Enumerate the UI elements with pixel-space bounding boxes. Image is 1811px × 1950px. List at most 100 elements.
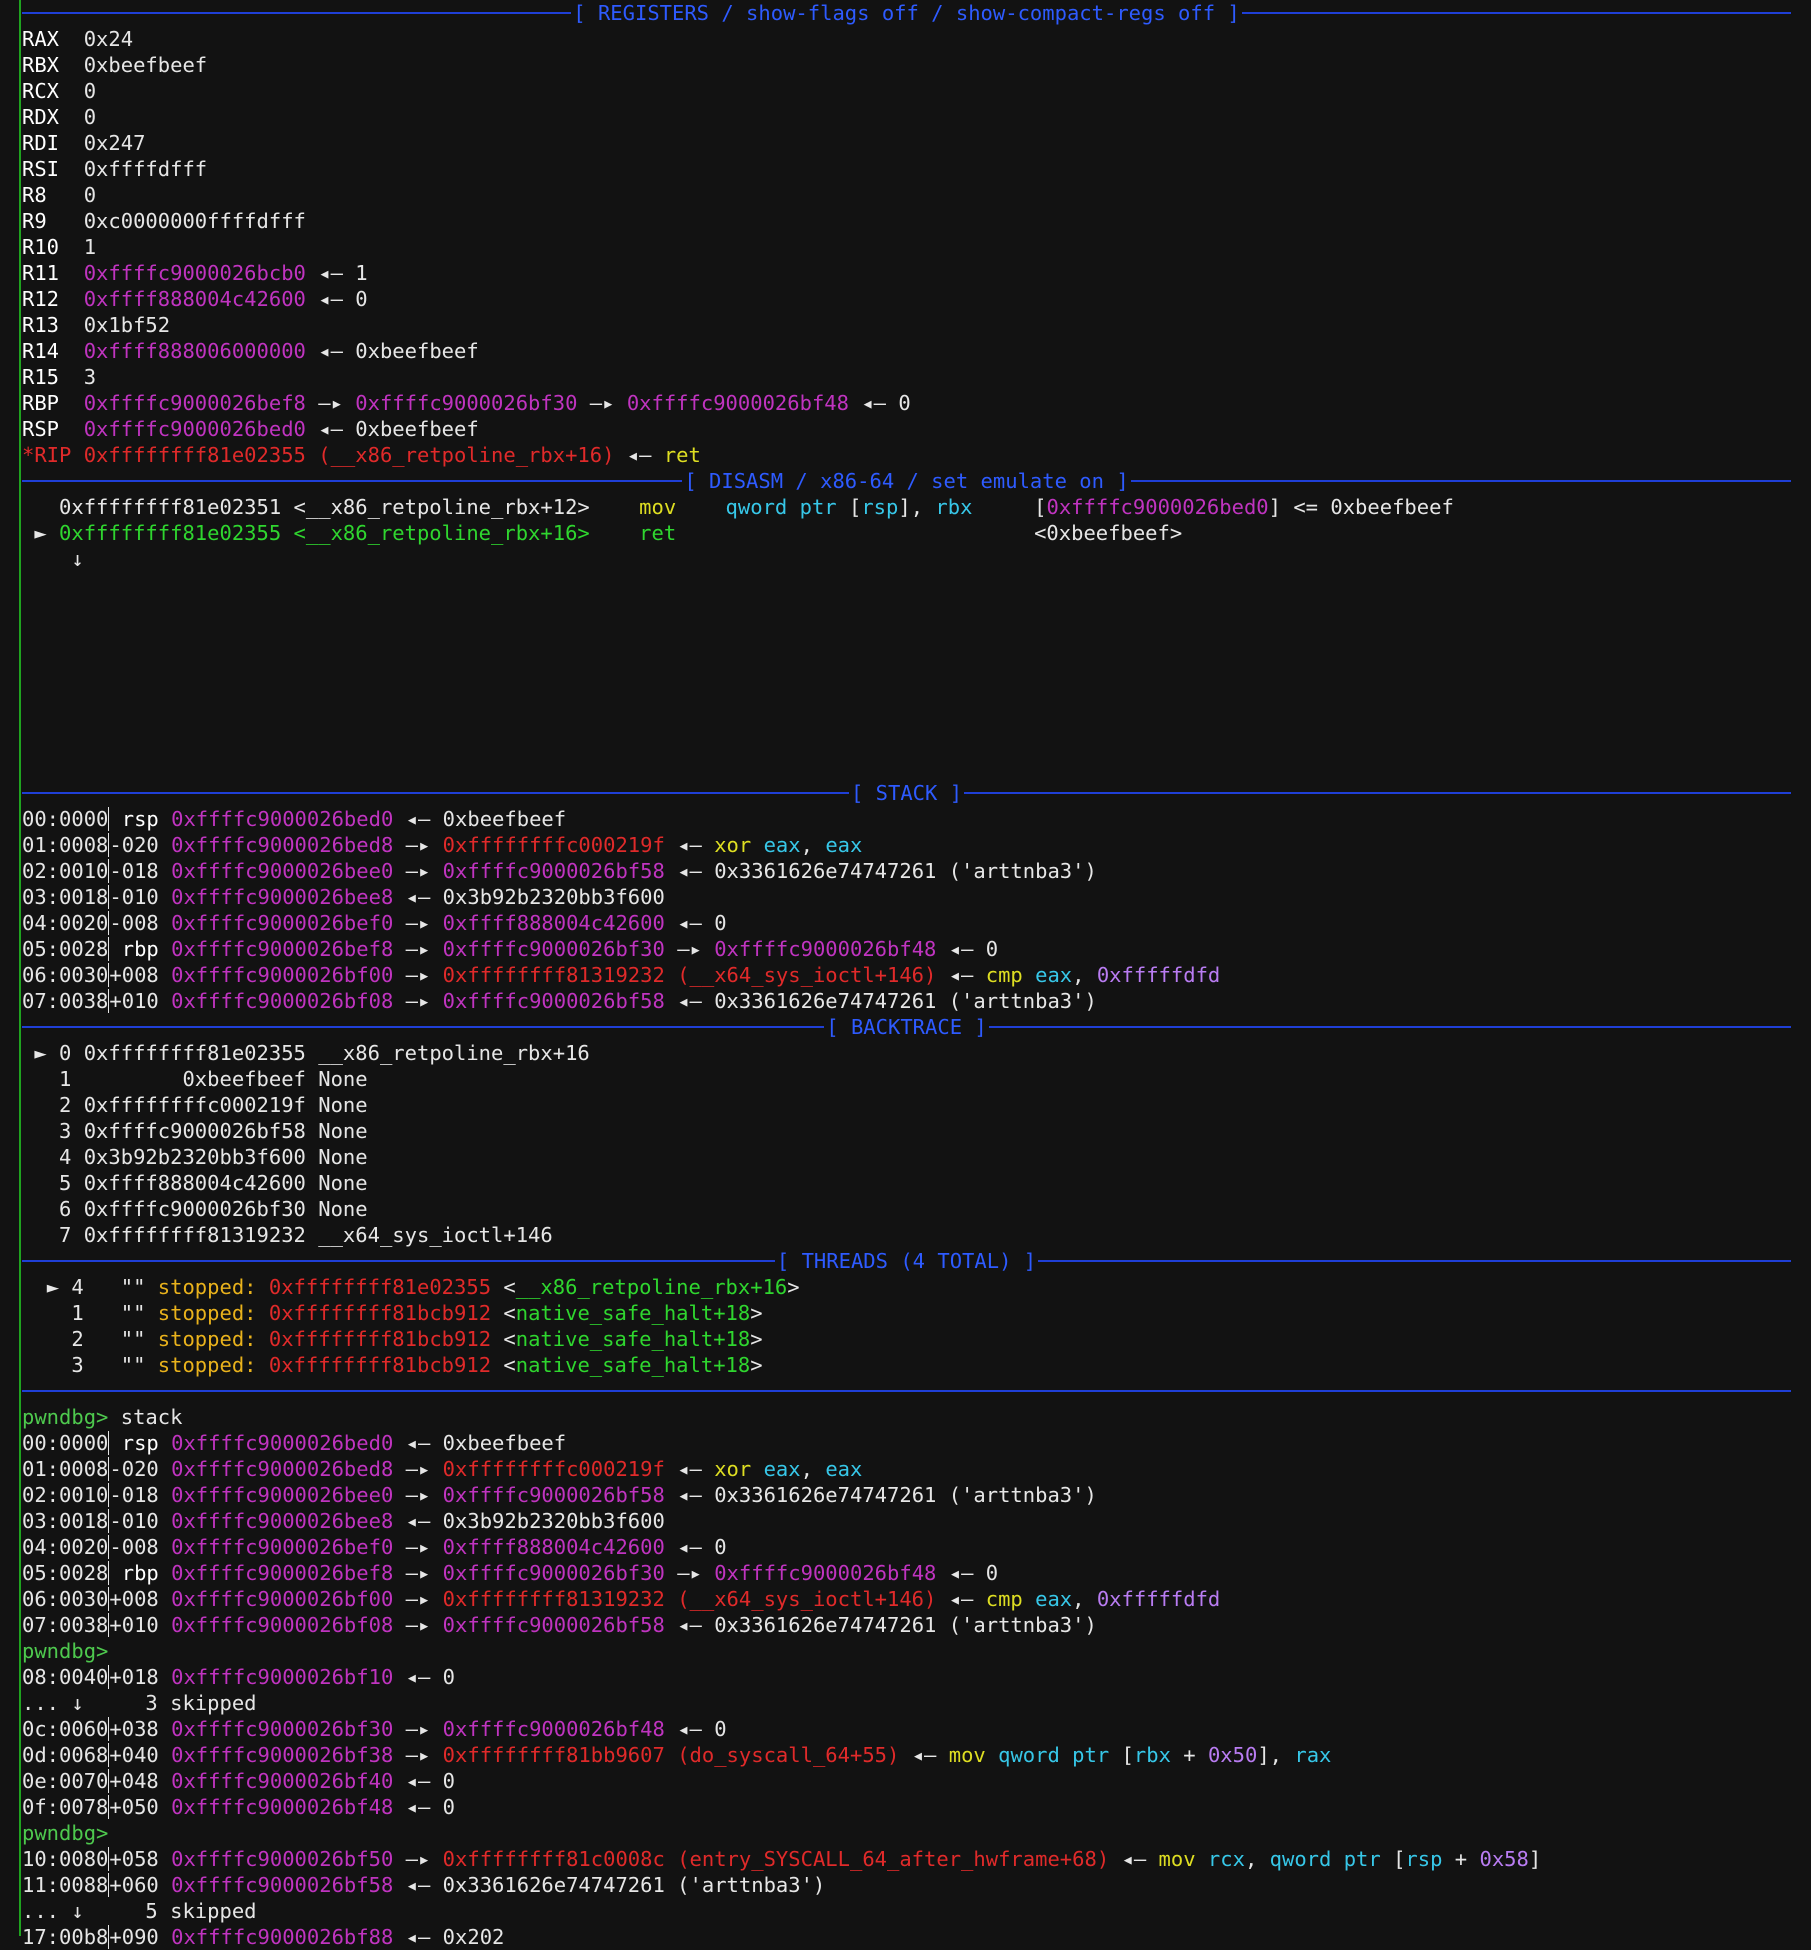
stack-row: 08:0040+018 0xffffc9000026bf10 ◂— 0 <box>22 1665 456 1689</box>
stack-row: 07:0038+010 0xffffc9000026bf08 —▸ 0xffff… <box>22 989 1097 1013</box>
register-row: R8 0 <box>0 182 1811 208</box>
skipped-rows: ... ↓ 3 skipped <box>22 1691 257 1715</box>
stack-address: 0xffffc9000026bee8 <box>171 885 394 909</box>
stack-output-continued: 08:0040+018 0xffffc9000026bf10 ◂— 0... ↓… <box>0 1664 1811 1820</box>
thread-row[interactable]: 1 "" stopped: 0xffffffff81bcb912 <native… <box>0 1300 1811 1326</box>
backtrace-frame: ► 0 0xffffffff81e02355 __x86_retpoline_r… <box>0 1040 1811 1066</box>
prompt: pwndbg> <box>22 1405 109 1429</box>
instruction-op: cmp <box>985 1587 1023 1611</box>
stack-value: 0 <box>442 1769 456 1793</box>
stack-index: 03:0018 <box>22 885 109 909</box>
register-value: 0xbeefbeef <box>83 53 208 77</box>
frame-address: 0xffffffff81e02355 <box>83 1041 306 1065</box>
backtrace-header: [ BACKTRACE ] <box>0 1014 1811 1040</box>
stack-offset-cell: -018 <box>108 1483 159 1507</box>
stack-offset-cell: +008 <box>108 1587 159 1611</box>
frame-symbol: __x86_retpoline_rbx+16 <box>318 1041 590 1065</box>
register-name: R11 <box>22 261 60 285</box>
stack-value: 0xbeefbeef <box>442 807 567 831</box>
stack-pointee: 0xffffc9000026bf30 <box>442 1561 665 1585</box>
thread-id: 1 <box>71 1301 84 1325</box>
stack-value: 0 <box>714 1535 727 1559</box>
stack-value: 0x3361626e74747261 ('arttnba3') <box>714 1483 1097 1507</box>
stack-pointee: 0xffffffff81c0008c <box>442 1847 665 1871</box>
stack-value: 0 <box>442 1665 456 1689</box>
stack-offset: +050 <box>109 1795 159 1819</box>
stack-value: 0x3b92b2320bb3f600 <box>442 885 665 909</box>
stack-index: 08:0040 <box>22 1665 109 1689</box>
thread-row[interactable]: 2 "" stopped: 0xffffffff81bcb912 <native… <box>0 1326 1811 1352</box>
stack-symbol: (__x64_sys_ioctl+146) <box>677 963 937 987</box>
stack-index: 06:0030 <box>22 963 109 987</box>
stack-offset-cell: +058 <box>108 1847 159 1871</box>
thread-name: "" <box>120 1327 146 1351</box>
stack-offset-cell: +040 <box>108 1743 159 1767</box>
frame-number: 2 <box>59 1093 72 1117</box>
backtrace-frame: 7 0xffffffff81319232 __x64_sys_ioctl+146 <box>0 1222 1811 1248</box>
stack-offset: +058 <box>109 1847 159 1871</box>
frame-symbol: None <box>318 1093 368 1117</box>
stack-offset: +090 <box>109 1925 159 1949</box>
register-value: 0 <box>83 105 97 129</box>
register-name: RDX <box>22 105 60 129</box>
stack-row: 0e:0070+048 0xffffc9000026bf40 ◂— 0 <box>22 1769 456 1793</box>
stack-row: 02:0010-018 0xffffc9000026bee0 —▸ 0xffff… <box>22 1483 1097 1507</box>
prompt-line[interactable]: pwndbg> <box>0 1638 1811 1664</box>
frame-number: 1 <box>59 1067 72 1091</box>
stack-value: 0x3361626e74747261 ('arttnba3') <box>714 859 1097 883</box>
backtrace-frame: 1 0xbeefbeef None <box>0 1066 1811 1092</box>
stack-address: 0xffffc9000026bef0 <box>171 911 394 935</box>
stack-index: 0d:0068 <box>22 1743 109 1767</box>
stack-value: 0x3b92b2320bb3f600 <box>442 1509 665 1533</box>
frame-address: 0xffff888004c42600 <box>83 1171 306 1195</box>
threads-panel: ► 4 "" stopped: 0xffffffff81e02355 <__x8… <box>0 1274 1811 1378</box>
register-name: R13 <box>22 313 60 337</box>
stack-offset: +040 <box>109 1743 159 1767</box>
register-name: R15 <box>22 365 60 389</box>
frame-address: 0xbeefbeef <box>83 1067 306 1091</box>
stack-row: 0d:0068+040 0xffffc9000026bf38 —▸ 0xffff… <box>22 1743 1332 1767</box>
stack-pointee: 0xffffffff81bb9607 <box>442 1743 665 1767</box>
stack-address: 0xffffc9000026bf88 <box>171 1925 394 1949</box>
instruction-op: xor <box>714 1457 752 1481</box>
terminal[interactable]: [ REGISTERS / show-flags off / show-comp… <box>0 0 1811 1950</box>
stack-header: [ STACK ] <box>0 780 1811 806</box>
register-value: 0 <box>83 79 97 103</box>
backtrace-frame: 3 0xffffc9000026bf58 None <box>0 1118 1811 1144</box>
frame-symbol: None <box>318 1067 368 1091</box>
stack-index: 07:0038 <box>22 1613 109 1637</box>
backtrace-frame: 2 0xffffffffc000219f None <box>0 1092 1811 1118</box>
prompt-line[interactable]: pwndbg> <box>0 1820 1811 1846</box>
thread-symbol: native_safe_halt+18 <box>515 1353 751 1377</box>
stack-offset: -018 <box>109 1483 159 1507</box>
instruction-op: cmp <box>985 963 1023 987</box>
stack-row: 06:0030+008 0xffffc9000026bf00 —▸ 0xffff… <box>22 1587 1221 1611</box>
command-line[interactable]: pwndbg> stack <box>0 1404 1811 1430</box>
stack-index: 02:0010 <box>22 1483 109 1507</box>
thread-row[interactable]: ► 4 "" stopped: 0xffffffff81e02355 <__x8… <box>0 1274 1811 1300</box>
stack-output-continued: 10:0080+058 0xffffc9000026bf50 —▸ 0xffff… <box>0 1846 1811 1950</box>
register-symbol: (__x86_retpoline_rbx+16) <box>318 443 615 467</box>
stack-offset: rbp <box>121 937 159 961</box>
frame-symbol: None <box>318 1145 368 1169</box>
stack-address: 0xffffc9000026bf58 <box>171 1873 394 1897</box>
stack-address: 0xffffc9000026bf00 <box>171 963 394 987</box>
down-arrow-icon: ↓ <box>71 547 84 571</box>
stack-address: 0xffffc9000026bed8 <box>171 833 394 857</box>
thread-name: "" <box>120 1301 146 1325</box>
register-row: RBP 0xffffc9000026bef8 —▸ 0xffffc9000026… <box>22 391 911 415</box>
register-value: 0xffffc9000026bef8 <box>83 391 306 415</box>
register-row: R9 0xc0000000ffffdfff <box>0 208 1811 234</box>
register-name: RBX <box>22 53 60 77</box>
stack-pointee: 0xffff888004c42600 <box>442 1535 665 1559</box>
thread-name: "" <box>120 1275 146 1299</box>
frame-number: 6 <box>59 1197 72 1221</box>
disasm-line: 0xffffffff81e02351 <__x86_retpoline_rbx+… <box>59 495 1454 519</box>
backtrace-frame: 5 0xffff888004c42600 None <box>0 1170 1811 1196</box>
thread-row[interactable]: 3 "" stopped: 0xffffffff81bcb912 <native… <box>0 1352 1811 1378</box>
stack-offset: rsp <box>121 807 159 831</box>
current-thread-marker: ► <box>46 1275 60 1299</box>
thread-state: stopped: <box>157 1301 257 1325</box>
stack-address: 0xffffc9000026bf08 <box>171 1613 394 1637</box>
stack-value: 0x202 <box>442 1925 505 1949</box>
